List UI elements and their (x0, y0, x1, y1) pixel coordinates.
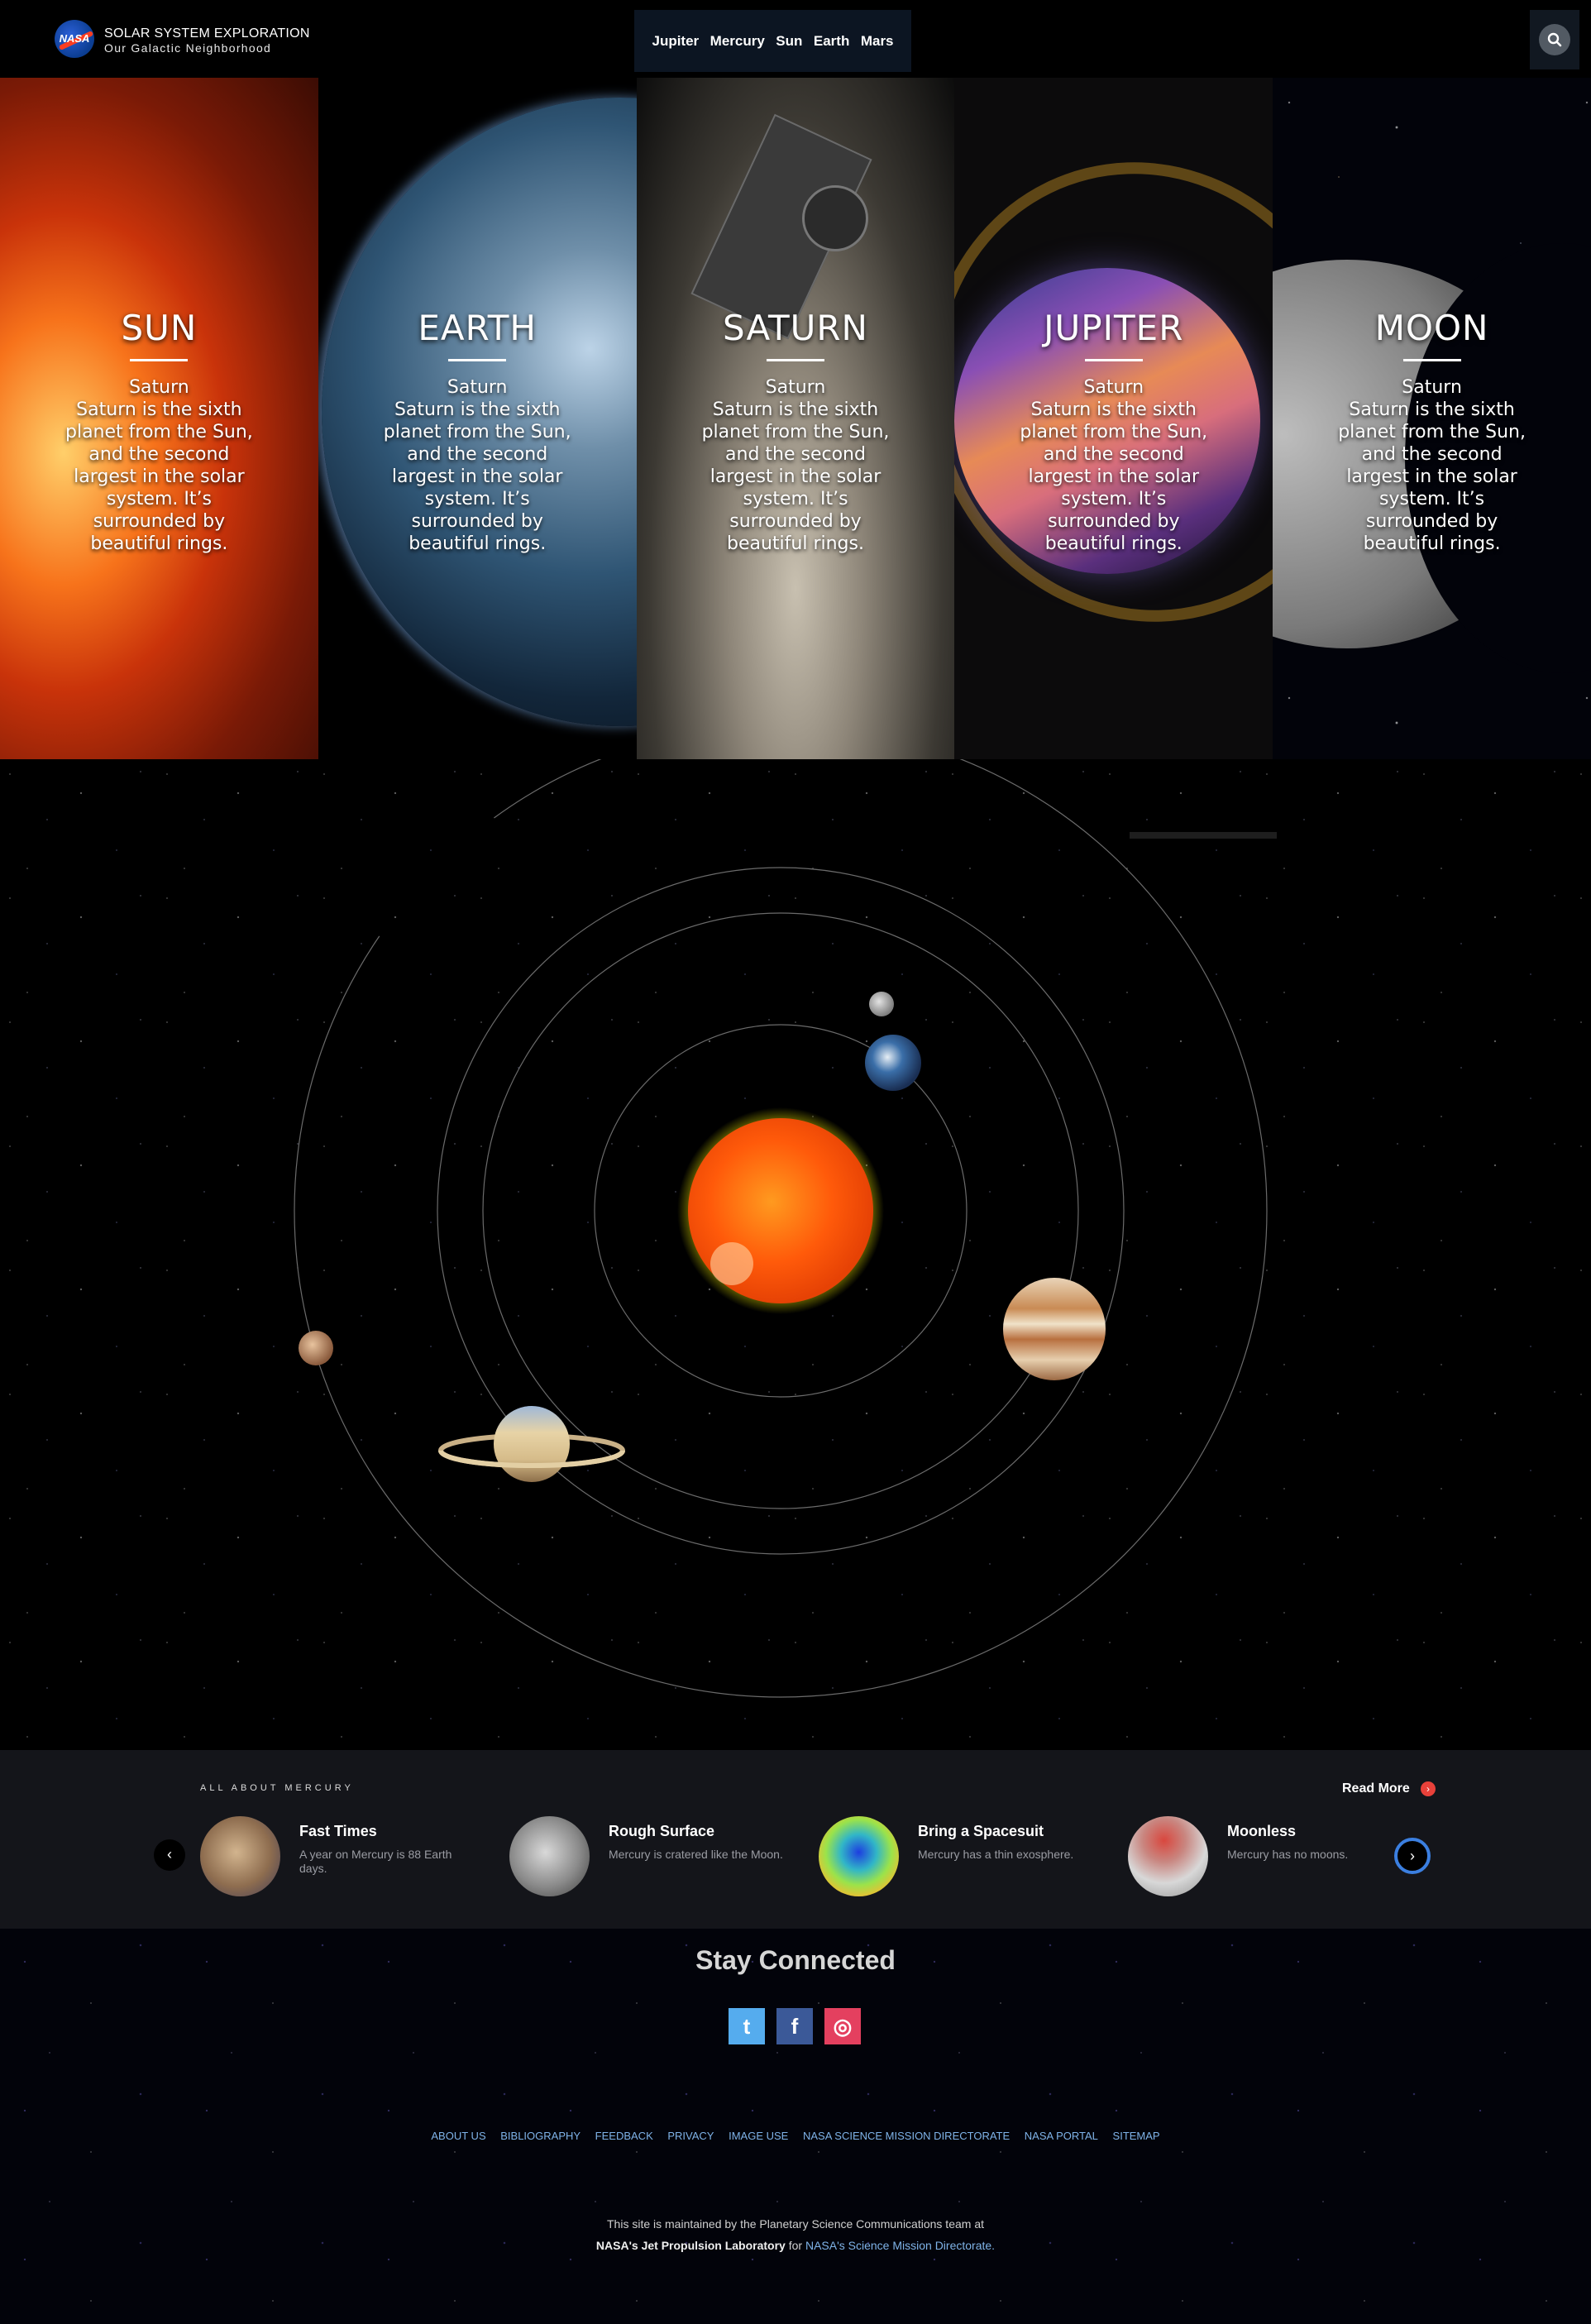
panel-sun[interactable]: SUN Saturn Saturn is the sixth planet fr… (0, 78, 318, 759)
panel-divider (766, 359, 824, 361)
mercury-facts-carousel: ALL ABOUT MERCURY Read More › ‹ Fast Tim… (0, 1750, 1591, 1929)
earth-planet[interactable] (865, 1035, 921, 1091)
panel-divider (130, 359, 189, 361)
nav-item-earth[interactable]: Earth (814, 33, 849, 50)
panel-title: SATURN (723, 308, 868, 348)
fact-card[interactable]: Moonless Mercury has no moons. (1128, 1816, 1426, 1899)
smd-link[interactable]: NASA's Science Mission Directorate. (805, 2239, 995, 2252)
jpl-credit: NASA's Jet Propulsion Laboratory (595, 2239, 786, 2252)
fact-card-image (509, 1816, 590, 1896)
fact-card-description: Mercury has a thin exosphere. (918, 1848, 1074, 1861)
credit-connector: for (785, 2239, 805, 2252)
hero-panels: SUN Saturn Saturn is the sixth planet fr… (0, 78, 1591, 759)
maintenance-credit: NASA's Jet Propulsion Laboratory for NAS… (0, 2239, 1591, 2252)
site-footer: Stay Connected t f ◎ ABOUT US BIBLIOGRAP… (0, 1929, 1591, 2324)
footer-links: ABOUT US BIBLIOGRAPHY FEEDBACK PRIVACY I… (0, 2130, 1591, 2142)
fact-card-title: Rough Surface (609, 1823, 715, 1839)
mars-planet[interactable] (299, 1331, 333, 1365)
fact-card-title: Bring a Spacesuit (918, 1823, 1044, 1839)
solar-system-orbit-view (0, 759, 1591, 1750)
footer-link-sitemap[interactable]: SITEMAP (1113, 2130, 1160, 2142)
fact-card-title: Moonless (1227, 1823, 1297, 1839)
site-header: NASA SOLAR SYSTEM EXPLORATION Our Galact… (0, 0, 1591, 78)
panel-description: Saturn is the sixth planet from the Sun,… (1338, 399, 1526, 554)
nav-item-mercury[interactable]: Mercury (710, 33, 765, 50)
panel-title: MOON (1374, 308, 1489, 348)
panel-description: Saturn is the sixth planet from the Sun,… (1020, 399, 1208, 554)
maintenance-note: This site is maintained by the Planetary… (607, 2217, 984, 2231)
jupiter-planet[interactable] (1003, 1278, 1106, 1380)
footer-link-image-use[interactable]: IMAGE USE (729, 2130, 788, 2142)
footer-link-privacy[interactable]: PRIVACY (667, 2130, 714, 2142)
panel-divider (1084, 359, 1143, 361)
panel-title: SUN (121, 308, 198, 348)
nav-item-jupiter[interactable]: Jupiter (652, 33, 699, 50)
nav-item-mars[interactable]: Mars (861, 33, 894, 50)
panel-subtitle: Saturn (765, 377, 826, 398)
fact-card-description: Mercury has no moons. (1227, 1848, 1349, 1861)
panel-subtitle: Saturn (447, 377, 508, 398)
section-label: ALL ABOUT MERCURY (200, 1783, 354, 1793)
footer-link-bibliography[interactable]: BIBLIOGRAPHY (500, 2130, 580, 2142)
orbit-diagram (294, 759, 1268, 1698)
panel-description: Saturn is the sixth planet from the Sun,… (701, 399, 890, 554)
panel-moon[interactable]: MOON Saturn Saturn is the sixth planet f… (1273, 78, 1591, 759)
site-subtitle: Our Galactic Neighborhood (104, 41, 272, 55)
logo-text: NASA (59, 32, 90, 45)
panel-saturn[interactable]: SATURN Saturn Saturn is the sixth planet… (636, 78, 955, 759)
sun-flare (710, 1242, 753, 1285)
nasa-logo[interactable]: NASA (55, 20, 94, 58)
nav-item-sun[interactable]: Sun (776, 33, 802, 50)
fact-card-description: A year on Mercury is 88 Earth days. (299, 1848, 452, 1875)
saturn-planet[interactable] (494, 1406, 570, 1482)
search-container (1530, 10, 1579, 69)
footer-link-about-us[interactable]: ABOUT US (431, 2130, 485, 2142)
panel-divider (1402, 359, 1461, 361)
carousel-next-button[interactable]: › (1394, 1838, 1431, 1874)
panel-description: Saturn is the sixth planet from the Sun,… (383, 399, 571, 554)
read-more-link[interactable]: Read More (1342, 1781, 1410, 1796)
fact-card-title: Fast Times (299, 1823, 377, 1839)
fact-card-description: Mercury is cratered like the Moon. (609, 1848, 783, 1861)
search-button[interactable] (1539, 24, 1570, 55)
panel-subtitle: Saturn (129, 377, 189, 398)
fact-card[interactable]: Bring a Spacesuit Mercury has a thin exo… (819, 1816, 1116, 1899)
fact-card-image (819, 1816, 899, 1896)
footer-link-smd[interactable]: NASA SCIENCE MISSION DIRECTORATE (803, 2130, 1010, 2142)
panel-jupiter[interactable]: JUPITER Saturn Saturn is the sixth plane… (954, 78, 1273, 759)
panel-title: JUPITER (1044, 308, 1184, 348)
site-title[interactable]: SOLAR SYSTEM EXPLORATION (104, 26, 310, 41)
arrow-right-icon[interactable]: › (1421, 1781, 1436, 1796)
fact-card-image (1128, 1816, 1208, 1896)
twitter-icon[interactable]: t (729, 2008, 765, 2044)
instagram-icon[interactable]: ◎ (824, 2008, 861, 2044)
panel-title: EARTH (418, 308, 538, 348)
carousel-prev-button[interactable]: ‹ (154, 1839, 185, 1871)
search-icon (1547, 32, 1562, 47)
panel-earth[interactable]: EARTH Saturn Saturn is the sixth planet … (318, 78, 637, 759)
footer-heading: Stay Connected (695, 1945, 896, 1975)
spacecraft-body (801, 185, 868, 251)
panel-subtitle: Saturn (1402, 377, 1462, 398)
footer-link-feedback[interactable]: FEEDBACK (595, 2130, 653, 2142)
fact-card[interactable]: Rough Surface Mercury is cratered like t… (509, 1816, 807, 1899)
fact-card[interactable]: Fast Times A year on Mercury is 88 Earth… (200, 1816, 498, 1899)
panel-subtitle: Saturn (1083, 377, 1144, 398)
panel-divider (448, 359, 507, 361)
panel-description: Saturn is the sixth planet from the Sun,… (65, 399, 253, 554)
footer-starfield (0, 1929, 1591, 2324)
main-nav: Jupiter Mercury Sun Earth Mars (634, 10, 911, 72)
footer-link-nasa-portal[interactable]: NASA PORTAL (1025, 2130, 1098, 2142)
fact-card-image (200, 1816, 280, 1896)
facebook-icon[interactable]: f (776, 2008, 813, 2044)
moon-planet[interactable] (869, 992, 894, 1016)
